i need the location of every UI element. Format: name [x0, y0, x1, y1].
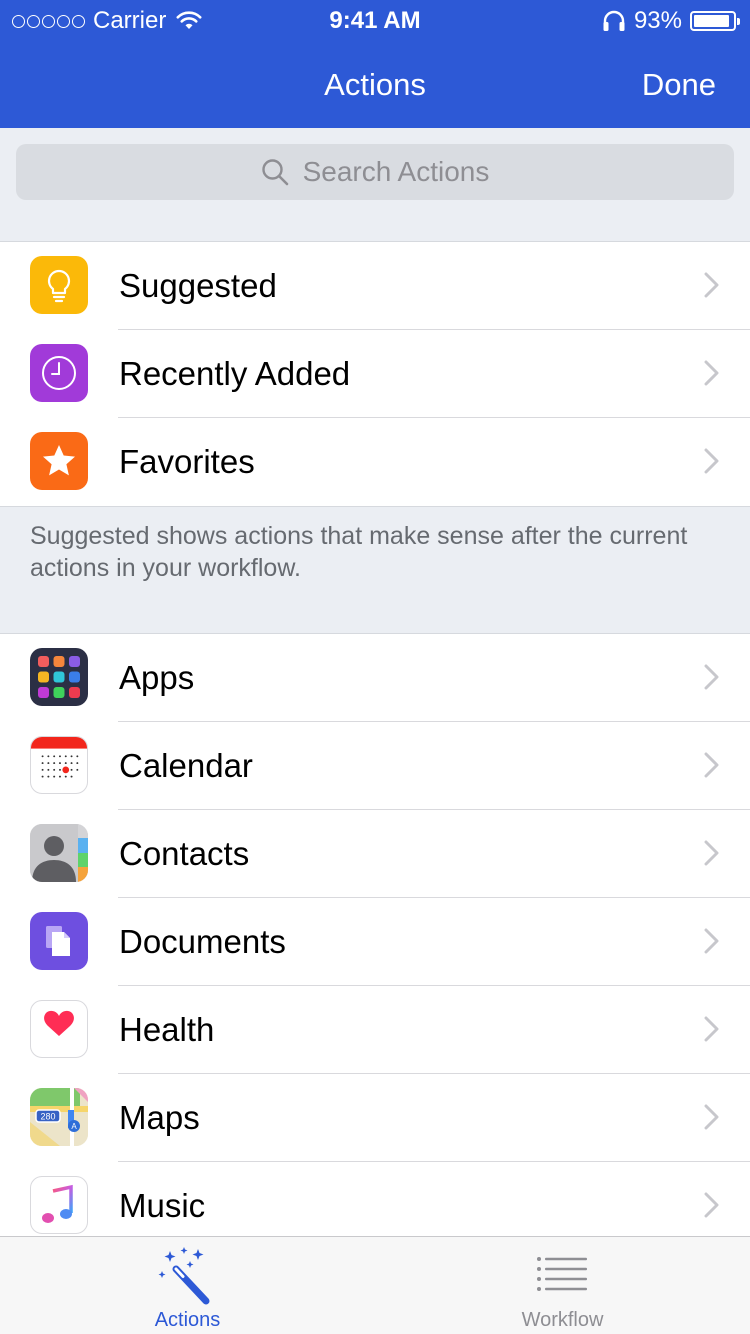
battery-icon	[690, 11, 740, 31]
lightbulb-icon	[30, 256, 88, 314]
list-item-suggested[interactable]: Suggested	[0, 242, 750, 330]
star-icon	[30, 432, 88, 490]
contacts-icon	[30, 824, 88, 882]
chevron-right-icon	[704, 360, 719, 386]
chevron-right-icon	[704, 272, 719, 298]
categories-list: Apps Calendar Contacts Documents Health …	[0, 633, 750, 1250]
list-icon	[536, 1257, 587, 1291]
documents-icon	[30, 912, 88, 970]
done-button[interactable]: Done	[642, 67, 716, 103]
search-input[interactable]: Search Actions	[16, 144, 734, 200]
status-bar: Carrier 9:41 AM 93%	[0, 0, 750, 40]
list-item-recently-added[interactable]: Recently Added	[0, 330, 750, 418]
list-item-contacts[interactable]: Contacts	[0, 810, 750, 898]
svg-text:A: A	[71, 1122, 77, 1131]
list-item-apps[interactable]: Apps	[0, 634, 750, 722]
clock-icon	[30, 344, 88, 402]
tab-workflow[interactable]: Workflow	[375, 1237, 750, 1334]
list-item-label: Favorites	[119, 443, 255, 480]
list-item-label: Contacts	[119, 835, 250, 872]
search-placeholder: Search Actions	[302, 156, 490, 187]
page-title: Actions	[324, 67, 426, 102]
chevron-right-icon	[704, 840, 719, 866]
calendar-icon	[30, 736, 88, 794]
list-item-maps[interactable]: A 280 Maps	[0, 1074, 750, 1162]
chevron-right-icon	[704, 752, 719, 778]
chevron-right-icon	[704, 928, 719, 954]
list-item-label: Music	[119, 1187, 206, 1224]
list-item-label: Recently Added	[119, 355, 351, 392]
list-item-favorites[interactable]: Favorites	[0, 418, 750, 506]
list-item-label: Calendar	[119, 747, 253, 784]
list-item-label: Health	[119, 1011, 215, 1048]
chevron-right-icon	[704, 448, 719, 474]
section-footer-note: Suggested shows actions that make sense …	[30, 522, 688, 582]
list-item-label: Apps	[119, 659, 195, 696]
apps-icon	[30, 648, 88, 706]
health-icon	[30, 1000, 88, 1058]
search-area: Search Actions	[0, 128, 750, 242]
list-item-health[interactable]: Health	[0, 986, 750, 1074]
tab-label: Workflow	[521, 1309, 604, 1331]
svg-text:280: 280	[40, 1112, 55, 1122]
tab-label: Actions	[154, 1309, 221, 1331]
chevron-right-icon	[704, 1016, 719, 1042]
battery-percentage: 93%	[633, 7, 682, 34]
tab-bar: Actions Workflow	[0, 1236, 750, 1334]
navigation-bar: Actions Done	[0, 40, 750, 128]
list-item-label: Maps	[119, 1099, 200, 1136]
magic-wand-icon	[158, 1247, 209, 1305]
list-item-label: Documents	[119, 923, 286, 960]
list-item-label: Suggested	[119, 267, 277, 304]
chevron-right-icon	[704, 1104, 719, 1130]
quick-sections-list: Suggested Recently Added Favorites	[0, 242, 750, 507]
tab-actions[interactable]: Actions	[0, 1237, 375, 1334]
list-item-calendar[interactable]: Calendar	[0, 722, 750, 810]
music-icon	[30, 1176, 88, 1234]
list-item-documents[interactable]: Documents	[0, 898, 750, 986]
maps-icon: A 280	[30, 1088, 88, 1146]
chevron-right-icon	[704, 1192, 719, 1218]
chevron-right-icon	[704, 664, 719, 690]
search-icon	[261, 159, 288, 186]
headphones-icon	[603, 10, 625, 31]
header: Carrier 9:41 AM 93% Actions Done	[0, 0, 750, 128]
